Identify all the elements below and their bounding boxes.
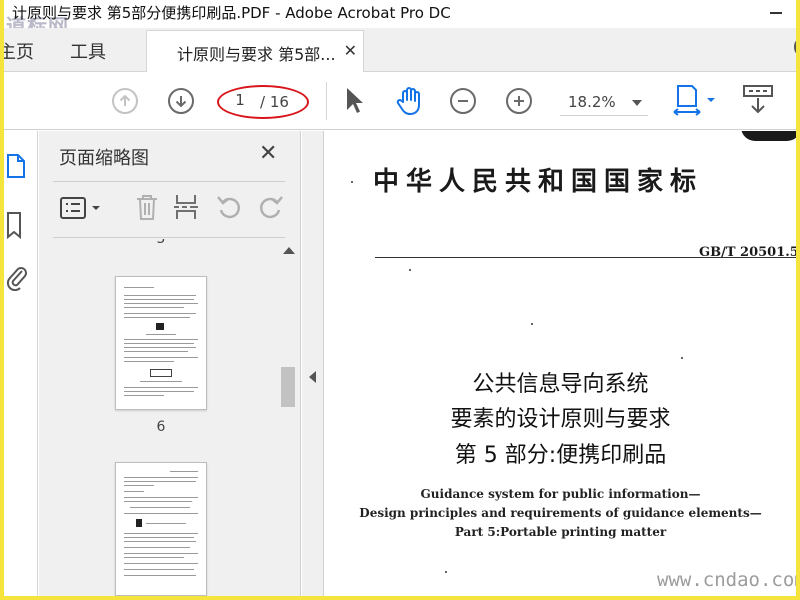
scan-speck [409, 269, 411, 271]
toolbar-divider [326, 82, 327, 120]
tab-document-label: 计原则与要求 第5部... [177, 45, 336, 64]
minimize-button[interactable] [770, 12, 782, 14]
doc-title-line-1: 公共信息导向系统 [472, 372, 649, 397]
minus-icon [458, 100, 468, 102]
panel-splitter[interactable] [302, 131, 324, 596]
scan-speck [445, 571, 447, 573]
scan-speck [681, 357, 683, 359]
tab-close-icon[interactable]: ✕ [344, 41, 357, 60]
arrow-up-icon [119, 94, 131, 106]
zoom-out-button[interactable] [450, 88, 476, 114]
panel-toolbar [39, 189, 301, 229]
collapse-panel-icon[interactable] [309, 371, 316, 383]
thumbnail-list: 5 6 [39, 239, 277, 596]
panel-divider [53, 181, 285, 182]
panel-close-icon[interactable]: ✕ [259, 141, 277, 166]
insert-page-icon[interactable] [173, 193, 199, 221]
tab-document[interactable]: 计原则与要求 第5部... ✕ [146, 30, 364, 73]
site-watermark-bottom: www.cndao.com [657, 569, 796, 591]
page-top-graphic [741, 131, 796, 141]
page-thumbnails-icon[interactable] [6, 153, 26, 179]
acrobat-window: 道标网 计原则与要求 第5部分便携印刷品.PDF - Adobe Acrobat… [4, 0, 796, 596]
window-title: 计原则与要求 第5部分便携印刷品.PDF - Adobe Acrobat Pro… [12, 4, 451, 22]
scrollbar-thumb[interactable] [281, 367, 295, 407]
doc-title-line-3: 第 5 部分:便携印刷品 [454, 443, 667, 468]
doc-subtitle-line-2: Design principles and requirements of gu… [359, 506, 762, 520]
panel-title: 页面缩略图 [59, 148, 149, 169]
thumbnail-scrollbar[interactable] [277, 239, 299, 596]
next-page-button[interactable] [168, 88, 194, 114]
bookmark-icon[interactable] [6, 211, 24, 241]
arrow-down-icon [175, 96, 187, 108]
navigation-rail [4, 131, 38, 596]
doc-header-rule [375, 257, 796, 258]
doc-national-standard-header: 中华人民共和国国家标 [373, 167, 704, 197]
scan-speck [531, 323, 533, 325]
doc-subtitle-line-1: Guidance system for public information— [420, 487, 701, 501]
attachment-icon[interactable] [6, 265, 28, 291]
tab-tools[interactable]: 工具 [70, 38, 106, 64]
prev-page-button[interactable] [112, 88, 138, 114]
zoom-select[interactable]: 18.2% [560, 90, 648, 116]
plus-icon [514, 96, 524, 106]
zoom-in-button[interactable] [506, 88, 532, 114]
doc-subtitle-line-3: Part 5:Portable printing matter [454, 525, 667, 539]
fit-page-icon[interactable] [672, 84, 718, 118]
tab-home[interactable]: 主页 [4, 38, 34, 64]
rotate-counterclockwise-icon[interactable] [215, 194, 243, 222]
page-thumbnails-panel: 页面缩略图 ✕ 5 6 [39, 131, 301, 596]
panel-divider-lower [53, 237, 285, 238]
scroll-up-icon[interactable] [283, 247, 295, 254]
thumbnail-label-prev: 5 [156, 239, 166, 247]
rotate-clockwise-icon[interactable] [257, 194, 285, 222]
hand-icon[interactable] [394, 85, 426, 117]
red-annotation-oval [217, 85, 309, 119]
scan-speck [351, 181, 353, 183]
document-view[interactable]: 中华人民共和国国家标 GB/T 20501.5—2 公共信息导向系统 要素的设计… [325, 131, 796, 596]
scroll-mode-icon[interactable] [742, 84, 774, 118]
main-toolbar: 1 / 16 18.2% [4, 72, 796, 130]
cursor-arrow-icon[interactable] [344, 86, 364, 116]
thumbnail-label-6: 6 [156, 419, 166, 435]
tab-bar: 主页 工具 计原则与要求 第5部... ✕ [4, 28, 796, 73]
thumbnail-page-7[interactable] [115, 462, 207, 596]
thumbnail-page-6[interactable] [115, 276, 207, 410]
chevron-down-icon [632, 100, 642, 106]
delete-page-icon[interactable] [135, 193, 159, 221]
options-menu-icon[interactable] [59, 195, 105, 221]
doc-title-line-2: 要素的设计原则与要求 [450, 407, 671, 432]
title-bar: 道标网 计原则与要求 第5部分便携印刷品.PDF - Adobe Acrobat… [4, 0, 796, 38]
zoom-value: 18.2% [568, 93, 616, 111]
add-tab-icon[interactable] [794, 36, 796, 58]
